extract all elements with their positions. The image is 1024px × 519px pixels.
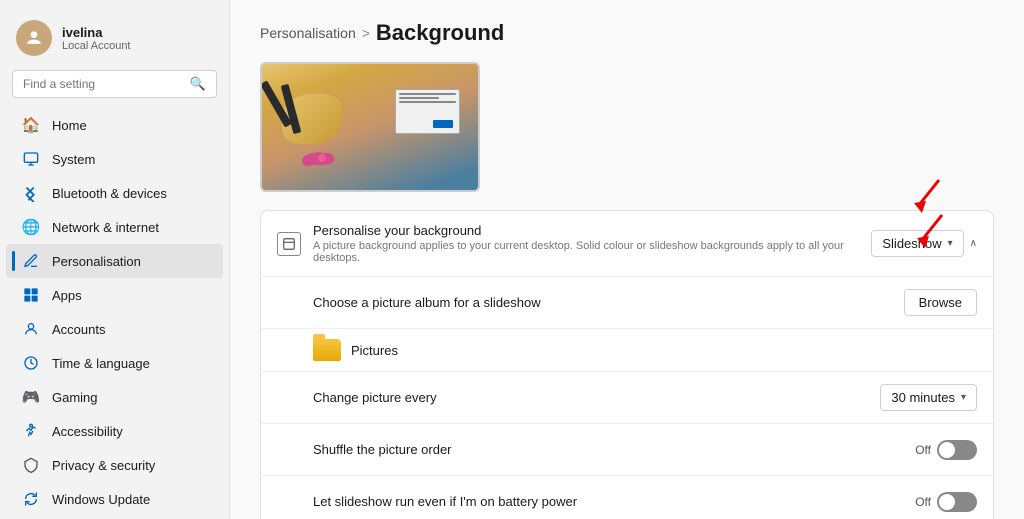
system-icon — [22, 150, 40, 168]
background-preview — [260, 62, 480, 192]
choose-album-text: Choose a picture album for a slideshow — [277, 295, 904, 310]
change-picture-arrow-icon: ▾ — [961, 392, 966, 403]
account-type: Local Account — [62, 40, 131, 52]
main-content: Personalisation > Background — [230, 0, 1024, 519]
change-picture-title: Change picture every — [313, 390, 880, 405]
preview-window-button — [433, 120, 453, 128]
personalise-bg-row: Personalise your background A picture ba… — [261, 211, 993, 277]
shuffle-title: Shuffle the picture order — [313, 442, 915, 457]
nav-item-bluetooth[interactable]: Bluetooth & devices — [6, 176, 223, 210]
shuffle-text: Shuffle the picture order — [277, 442, 915, 457]
personalise-bg-dropdown[interactable]: Slideshow ▾ — [871, 230, 963, 257]
nav-label-home: Home — [52, 118, 87, 133]
change-picture-value: 30 minutes — [891, 390, 955, 405]
nav-label-windows-update: Windows Update — [52, 492, 150, 507]
nav-label-system: System — [52, 152, 95, 167]
gaming-icon: 🎮 — [22, 388, 40, 406]
nav-item-accessibility[interactable]: Accessibility — [6, 414, 223, 448]
time-icon — [22, 354, 40, 372]
nav-label-gaming: Gaming — [52, 390, 98, 405]
breadcrumb-parent[interactable]: Personalisation — [260, 25, 356, 41]
windows-update-icon — [22, 490, 40, 508]
dropdown-arrow-icon: ▾ — [948, 238, 953, 249]
folder-icon — [313, 339, 341, 361]
nav-label-bluetooth: Bluetooth & devices — [52, 186, 167, 201]
nav-item-privacy[interactable]: Privacy & security — [6, 448, 223, 482]
home-icon: 🏠 — [22, 116, 40, 134]
battery-toggle-knob — [939, 494, 955, 510]
username: ivelina — [62, 25, 131, 40]
breadcrumb-separator: > — [362, 25, 370, 41]
nav-label-personalisation: Personalisation — [52, 254, 141, 269]
battery-control: Off — [915, 492, 977, 512]
preview-window-bar-1 — [399, 93, 456, 95]
nav-label-apps: Apps — [52, 288, 82, 303]
choose-album-control: Browse — [904, 289, 977, 316]
battery-title: Let slideshow run even if I'm on battery… — [313, 494, 915, 509]
battery-row: Let slideshow run even if I'm on battery… — [261, 476, 993, 519]
nav-item-system[interactable]: System — [6, 142, 223, 176]
shuffle-row: Shuffle the picture order Off — [261, 424, 993, 476]
nav-item-accounts[interactable]: Accounts — [6, 312, 223, 346]
browse-button[interactable]: Browse — [904, 289, 977, 316]
chevron-up-icon[interactable]: ∧ — [970, 238, 977, 249]
personalise-bg-icon — [277, 232, 301, 256]
personalise-bg-value: Slideshow — [882, 236, 941, 251]
page-title: Background — [376, 20, 504, 46]
accessibility-icon — [22, 422, 40, 440]
change-picture-control: 30 minutes ▾ — [880, 384, 977, 411]
user-info: ivelina Local Account — [62, 25, 131, 52]
nav-item-gaming[interactable]: 🎮 Gaming — [6, 380, 223, 414]
change-picture-text: Change picture every — [277, 390, 880, 405]
personalise-bg-desc: A picture background applies to your cur… — [313, 240, 871, 264]
nav-item-windows-update[interactable]: Windows Update — [6, 482, 223, 516]
folder-row[interactable]: Pictures — [261, 329, 993, 372]
avatar — [16, 20, 52, 56]
search-icon: 🔍 — [190, 76, 206, 92]
bluetooth-icon — [22, 184, 40, 202]
nav-item-apps[interactable]: Apps — [6, 278, 223, 312]
apps-icon — [22, 286, 40, 304]
search-box[interactable]: 🔍 — [12, 70, 217, 98]
folder-label: Pictures — [351, 343, 398, 358]
personalise-bg-text: Personalise your background A picture ba… — [313, 223, 871, 264]
nav-label-network: Network & internet — [52, 220, 159, 235]
settings-card: Personalise your background A picture ba… — [260, 210, 994, 519]
shuffle-control: Off — [915, 440, 977, 460]
nav-label-accounts: Accounts — [52, 322, 105, 337]
choose-album-title: Choose a picture album for a slideshow — [313, 295, 904, 310]
shuffle-toggle[interactable] — [937, 440, 977, 460]
sidebar: ivelina Local Account 🔍 🏠 Home System Bl… — [0, 0, 230, 519]
search-input[interactable] — [23, 77, 184, 91]
personalisation-icon — [22, 252, 40, 270]
preview-window-bar-2 — [399, 97, 439, 99]
nav-item-personalisation[interactable]: Personalisation — [6, 244, 223, 278]
battery-text: Let slideshow run even if I'm on battery… — [277, 494, 915, 509]
shuffle-state-label: Off — [915, 443, 931, 457]
change-picture-row: Change picture every 30 minutes ▾ — [261, 372, 993, 424]
privacy-icon — [22, 456, 40, 474]
nav-item-home[interactable]: 🏠 Home — [6, 108, 223, 142]
nav-item-network[interactable]: 🌐 Network & internet — [6, 210, 223, 244]
nav-item-time[interactable]: Time & language — [6, 346, 223, 380]
nav-label-privacy: Privacy & security — [52, 458, 155, 473]
preview-window-bar-3 — [399, 101, 456, 103]
battery-toggle[interactable] — [937, 492, 977, 512]
nav-label-time: Time & language — [52, 356, 150, 371]
user-profile: ivelina Local Account — [0, 10, 229, 70]
nav-label-accessibility: Accessibility — [52, 424, 123, 439]
network-icon: 🌐 — [22, 218, 40, 236]
preview-window — [395, 89, 460, 134]
toggle-knob — [939, 442, 955, 458]
personalise-bg-control: Slideshow ▾ ∧ — [871, 230, 977, 257]
personalise-bg-title: Personalise your background — [313, 223, 871, 238]
main-wrapper: Personalisation > Background — [230, 0, 1024, 519]
change-picture-dropdown[interactable]: 30 minutes ▾ — [880, 384, 977, 411]
accounts-icon — [22, 320, 40, 338]
battery-state-label: Off — [915, 495, 931, 509]
breadcrumb: Personalisation > Background — [260, 20, 994, 46]
choose-album-row: Choose a picture album for a slideshow B… — [261, 277, 993, 329]
